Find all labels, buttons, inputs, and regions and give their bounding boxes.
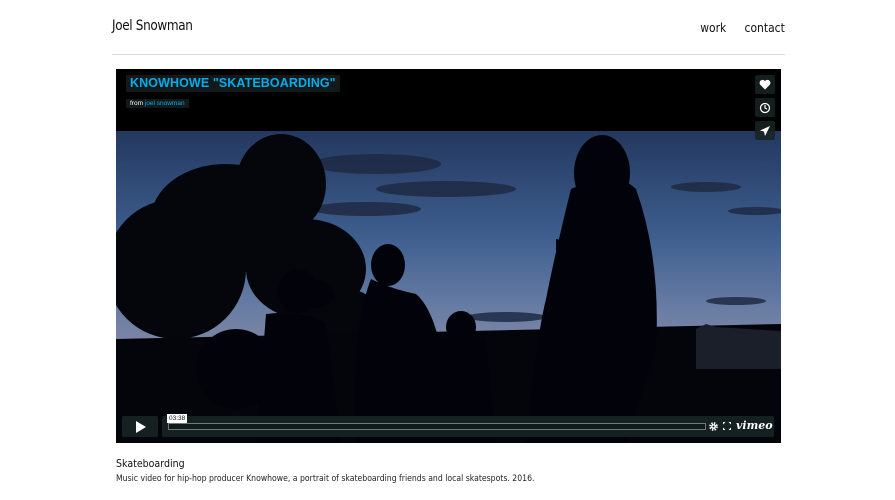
gear-icon [709, 422, 718, 431]
fullscreen-button[interactable] [722, 421, 732, 431]
caption-title: Skateboarding [116, 457, 185, 470]
like-button[interactable] [755, 75, 775, 94]
video-title[interactable]: KNOWHOWE "SKATEBOARDING" [126, 75, 340, 92]
vimeo-logo[interactable]: vimeo [736, 419, 773, 432]
settings-button[interactable] [708, 421, 719, 432]
site-title[interactable]: Joel Snowman [112, 18, 193, 34]
time-readout: 03:38 [167, 414, 188, 423]
byline-prefix: from [130, 100, 143, 107]
control-bar: 03:38 vimeo [162, 414, 774, 437]
video-byline: from joel snowman [126, 99, 189, 108]
progress-bar[interactable]: 03:38 [167, 414, 706, 430]
title-block: KNOWHOWE "SKATEBOARDING" from joel snowm… [126, 74, 340, 110]
nav-work-link[interactable]: work [700, 20, 726, 35]
paper-plane-icon [760, 125, 770, 136]
heart-icon [759, 79, 771, 90]
play-button[interactable] [122, 416, 158, 437]
fullscreen-icon [723, 422, 731, 430]
side-buttons [755, 75, 775, 140]
site-header: Joel Snowman work contact [112, 0, 785, 55]
player-controls: 03:38 vimeo [122, 414, 774, 437]
watch-later-button[interactable] [755, 98, 775, 117]
video-player[interactable]: KNOWHOWE "SKATEBOARDING" from joel snowm… [116, 69, 781, 443]
play-icon [135, 420, 146, 433]
nav-contact-link[interactable]: contact [745, 20, 785, 35]
video-caption: Skateboarding Music video for hip-hop pr… [116, 457, 781, 484]
video-frame[interactable] [116, 69, 781, 443]
main-nav: work contact [696, 20, 785, 35]
caption-description: Music video for hip-hop producer Knowhow… [116, 474, 535, 484]
clock-icon [759, 102, 771, 113]
share-button[interactable] [755, 121, 775, 140]
byline-author-link[interactable]: joel snowman [145, 100, 185, 107]
